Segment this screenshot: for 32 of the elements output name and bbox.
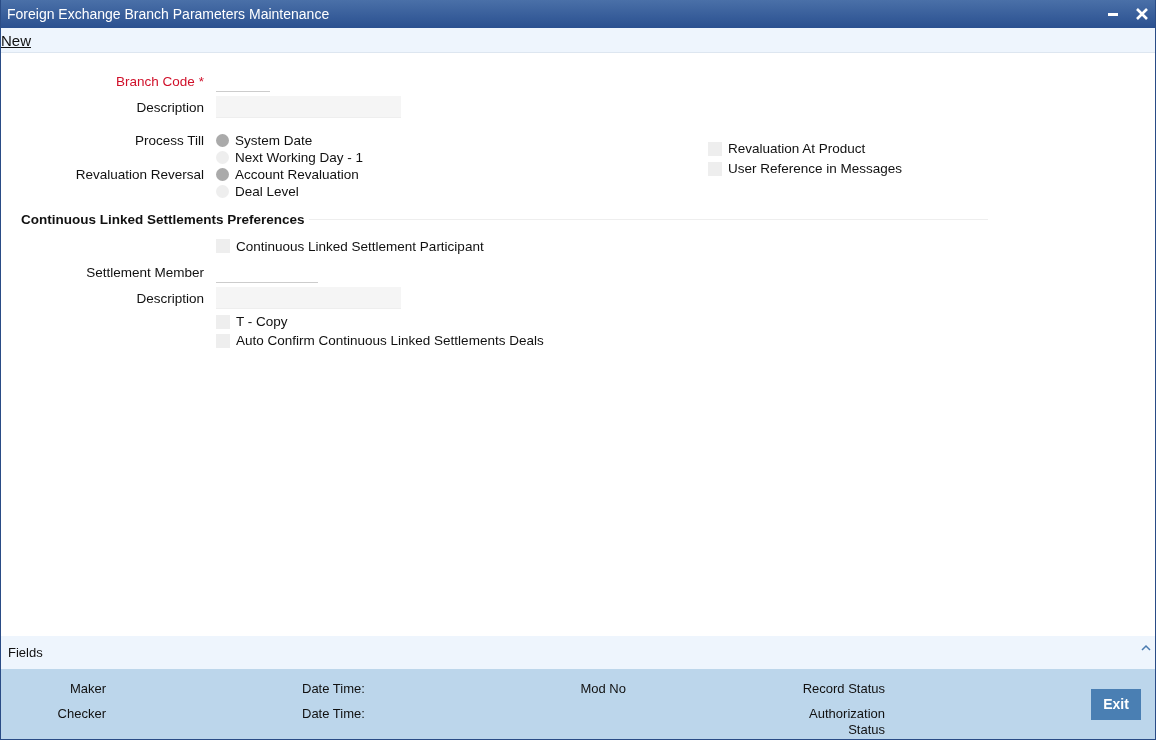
close-icon[interactable] <box>1135 7 1149 21</box>
field-label: Revaluation Reversal <box>75 167 204 182</box>
checkbox-label: T - Copy <box>236 314 288 329</box>
checkbox-label: Revaluation At Product <box>728 141 866 156</box>
field-label: Settlement Member <box>86 264 204 280</box>
radio-button[interactable] <box>216 168 229 181</box>
field-label: Description <box>136 99 204 115</box>
radio-label: System Date <box>235 133 313 148</box>
authorization-status-label: Authorization Status <box>808 706 885 738</box>
window-title: Foreign Exchange Branch Parameters Maintenance <box>7 6 330 22</box>
date-time-label: Date Time: <box>301 706 364 723</box>
chevron-up-icon[interactable] <box>1141 644 1151 651</box>
checkbox-label: User Reference in Messages <box>728 161 903 176</box>
field-label: Branch Code <box>115 73 195 89</box>
date-time-label: Date Time: <box>301 681 364 696</box>
exit-button[interactable]: Exit <box>1091 688 1141 720</box>
field-label: Process Till <box>134 133 204 148</box>
new-link[interactable]: New <box>1 31 31 49</box>
checker-label: Checker <box>56 706 106 723</box>
required-mark: * <box>198 73 204 89</box>
section-title: Continuous Linked Settlements Preferences <box>21 212 305 227</box>
mod-no-label: Mod No <box>579 681 626 696</box>
record-status-label: Record Status <box>801 681 885 696</box>
checkbox-label: Auto Confirm Continuous Linked Settlements Deals <box>236 333 544 348</box>
maker-label: Maker <box>68 681 106 696</box>
radio-label: Deal Level <box>235 184 299 199</box>
radio-label: Next Working Day - 1 <box>235 150 364 165</box>
radio-button[interactable] <box>216 134 229 147</box>
fields-label[interactable]: Fields <box>8 645 43 660</box>
field-label: Description <box>136 290 204 306</box>
radio-label: Account Revaluation <box>235 167 359 182</box>
checkbox-label: Continuous Linked Settlement Participant <box>236 238 484 254</box>
